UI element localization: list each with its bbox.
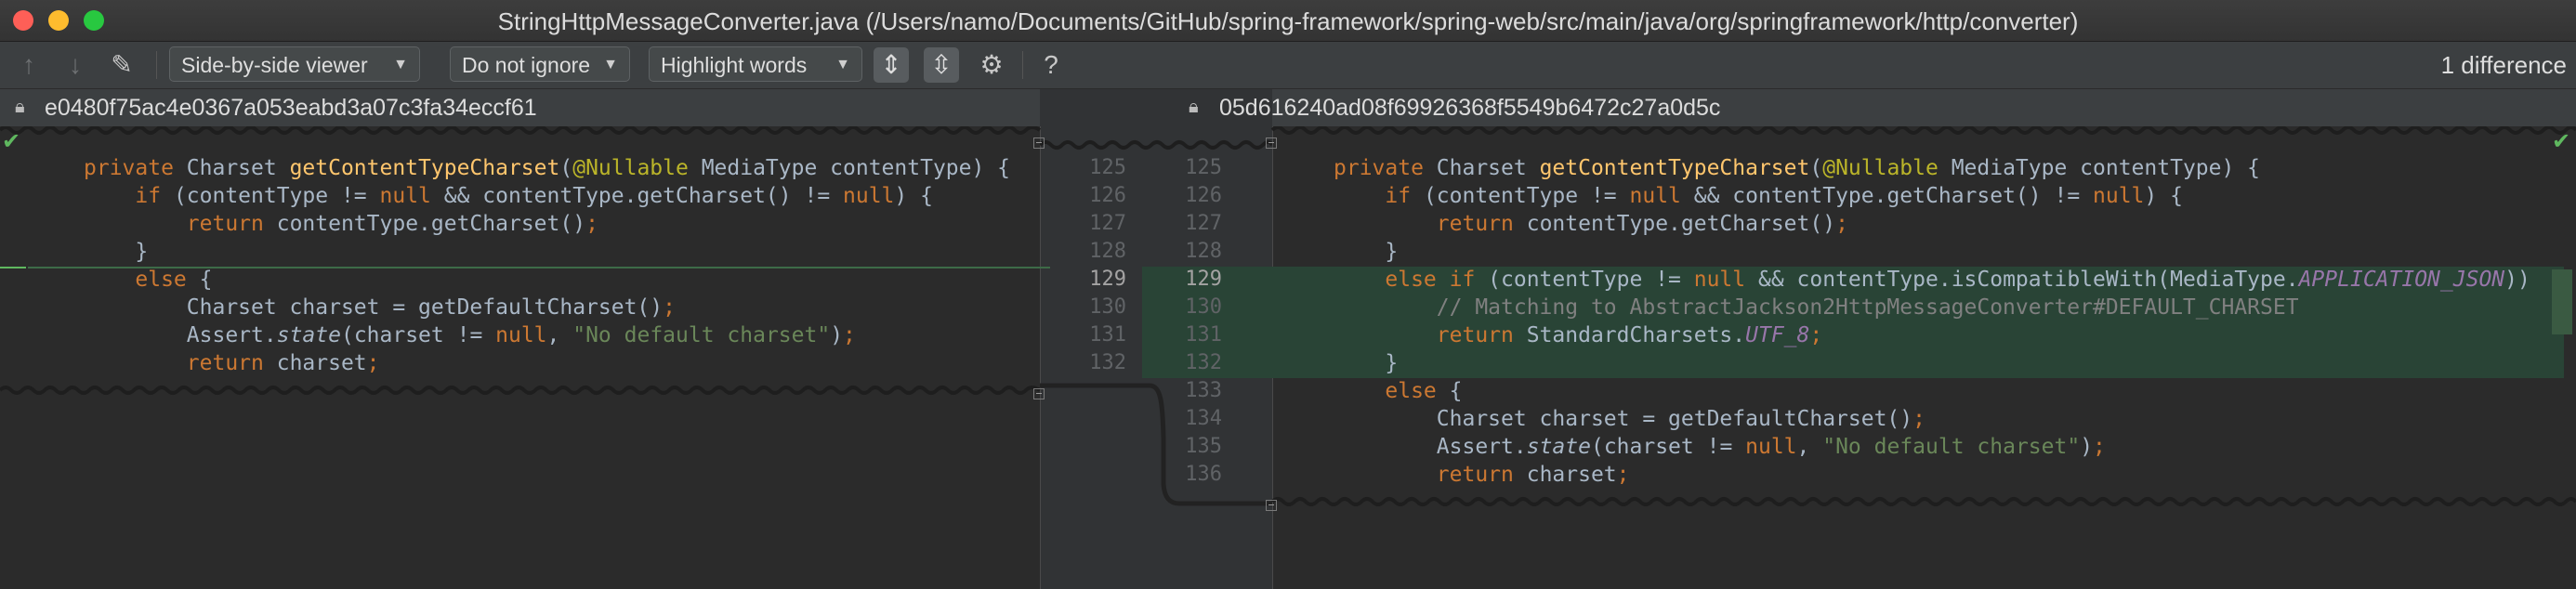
right-code-line: return StandardCharsets.UTF_8; — [1436, 323, 1823, 347]
right-line-number: 127 — [1185, 212, 1222, 235]
collapse-unchanged-icon[interactable]: ⇕ — [874, 47, 909, 83]
chevron-down-icon: ▼ — [603, 57, 618, 72]
left-line-number: 128 — [1089, 240, 1126, 263]
highlight-mode-value: Highlight words — [661, 53, 808, 77]
right-line-number: 136 — [1185, 463, 1222, 486]
right-code-line: return contentType.getCharset(); — [1436, 212, 1848, 236]
lock-icon: 🔒︎ — [15, 97, 25, 117]
left-code-line: private Charset getContentTypeCharset(@N… — [84, 156, 1011, 180]
previous-difference-icon[interactable]: ↑ — [11, 47, 46, 83]
right-code-line: } — [1334, 351, 1399, 375]
fold-marker-icon[interactable] — [1033, 388, 1045, 399]
left-line-number: 130 — [1089, 295, 1126, 319]
diff-toolbar: ↑ ↓ ✎ Side-by-side viewer ▼ Do not ignor… — [0, 42, 2576, 88]
right-code-line: Assert.state(charset != null, "No defaul… — [1334, 435, 2106, 459]
right-line-number: 128 — [1185, 240, 1222, 263]
ignore-mode-value: Do not ignore — [462, 53, 591, 77]
right-code-line: // Matching to AbstractJackson2HttpMessa… — [1436, 295, 2299, 320]
right-line-number: 125 — [1185, 156, 1222, 179]
chevron-down-icon: ▼ — [393, 57, 408, 72]
scrollbar-change-marker — [2552, 269, 2572, 334]
right-line-number: 126 — [1185, 184, 1222, 207]
left-code-line: return charset; — [186, 351, 380, 375]
left-line-number: 126 — [1089, 184, 1126, 207]
help-icon[interactable]: ? — [1033, 47, 1069, 83]
left-code-line: if (contentType != null && contentType.g… — [135, 184, 933, 208]
right-line-number: 131 — [1185, 323, 1222, 347]
right-revision-hash: 05d616240ad08f69926368f5549b6472c27a0d5c — [1219, 95, 1721, 121]
difference-count: 1 difference — [2440, 51, 2567, 79]
fold-marker-icon[interactable] — [1033, 137, 1045, 149]
edit-source-icon[interactable]: ✎ — [104, 47, 139, 83]
left-code-line: } — [84, 240, 149, 264]
left-line-number: 127 — [1089, 212, 1126, 235]
ignore-mode-dropdown[interactable]: Do not ignore ▼ — [450, 46, 630, 82]
right-code-line: if (contentType != null && contentType.g… — [1385, 184, 2183, 208]
left-line-number: 131 — [1089, 323, 1126, 347]
right-line-number: 132 — [1185, 351, 1222, 374]
settings-gear-icon[interactable]: ⚙ — [974, 47, 1009, 83]
right-line-number: 133 — [1185, 379, 1222, 402]
title-bar: StringHttpMessageConverter.java (/Users/… — [0, 0, 2576, 42]
left-revision-bar: 🔒︎ e0480f75ac4e0367a053eabd3a07c3fa34ecc… — [0, 89, 1040, 126]
viewer-mode-dropdown[interactable]: Side-by-side viewer ▼ — [169, 46, 420, 82]
left-code-line: Assert.state(charset != null, "No defaul… — [84, 323, 856, 347]
right-revision-bar: 🔒︎ 05d616240ad08f69926368f5549b6472c27a0… — [1189, 89, 2576, 126]
viewer-mode-value: Side-by-side viewer — [181, 53, 368, 77]
chevron-down-icon: ▼ — [835, 57, 850, 72]
lock-icon: 🔒︎ — [1189, 97, 1199, 117]
left-revision-hash: e0480f75ac4e0367a053eabd3a07c3fa34eccf61 — [45, 95, 537, 121]
left-line-number: 125 — [1089, 156, 1126, 179]
right-code-line: else if (contentType != null && contentT… — [1385, 268, 2530, 292]
synchronize-scrolling-icon[interactable]: ⇳ — [924, 47, 959, 83]
checkmark-icon: ✔ — [2, 129, 21, 154]
highlight-mode-dropdown[interactable]: Highlight words ▼ — [649, 46, 862, 82]
left-code-line: Charset charset = getDefaultCharset(); — [84, 295, 676, 320]
checkmark-icon: ✔ — [2552, 129, 2571, 154]
left-code-line: return contentType.getCharset(); — [186, 212, 598, 236]
next-difference-icon[interactable]: ↓ — [58, 47, 93, 83]
right-code-line: Charset charset = getDefaultCharset(); — [1334, 407, 1925, 431]
right-line-number: 129 — [1185, 268, 1222, 291]
fold-marker-icon[interactable] — [1266, 500, 1277, 511]
right-line-number: 130 — [1185, 295, 1222, 319]
right-code-line: } — [1334, 240, 1399, 264]
right-line-number: 135 — [1185, 435, 1222, 458]
right-line-number: 134 — [1185, 407, 1222, 430]
left-line-number: 129 — [1089, 268, 1126, 291]
right-code-line: else { — [1385, 379, 1463, 403]
right-code-line: return charset; — [1436, 463, 1630, 487]
left-code-line: else { — [135, 268, 213, 292]
fold-marker-icon[interactable] — [1266, 137, 1277, 149]
window-title: StringHttpMessageConverter.java (/Users/… — [497, 7, 2079, 35]
right-code-line: private Charset getContentTypeCharset(@N… — [1334, 156, 2261, 180]
left-line-number: 132 — [1089, 351, 1126, 374]
